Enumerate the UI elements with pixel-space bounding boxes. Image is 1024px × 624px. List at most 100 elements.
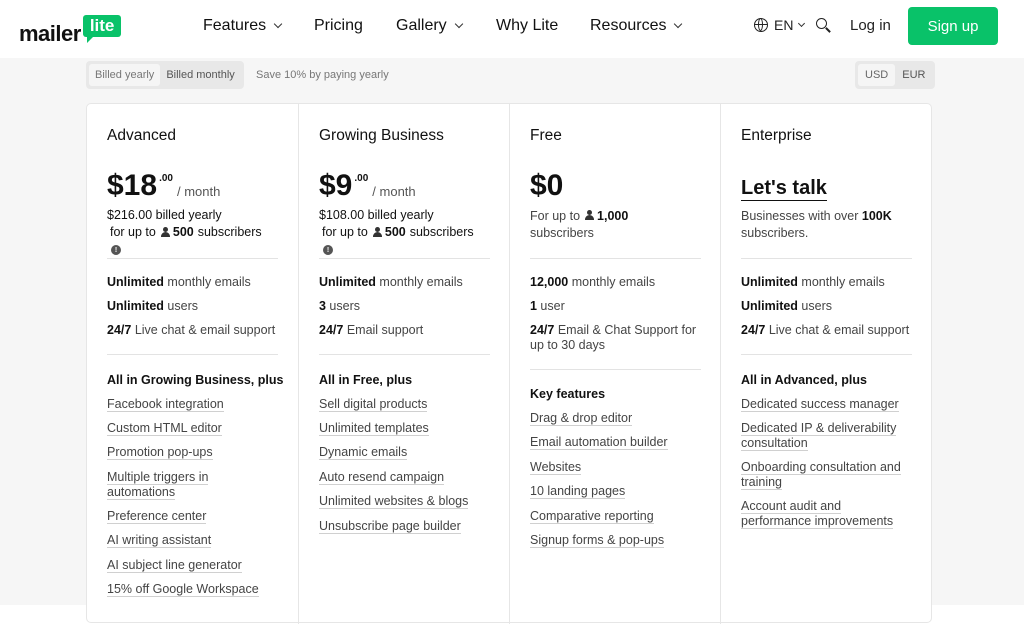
features-heading: All in Free, plus	[319, 373, 413, 387]
price-cents: .00	[354, 173, 369, 184]
nav-pricing[interactable]: Pricing	[314, 16, 363, 36]
currency-eur[interactable]: EUR	[895, 64, 932, 86]
pricing-section: Billed yearly Billed monthly Save 10% by…	[0, 58, 1024, 624]
nav-features[interactable]: Features	[203, 16, 283, 36]
subscriber-limit: for up to 500 subscribers	[110, 225, 262, 239]
price-cents: .00	[159, 173, 173, 184]
feature-item[interactable]: Preference center	[107, 509, 207, 524]
features-heading: All in Advanced, plus	[741, 373, 867, 387]
plan-name: Growing Business	[319, 127, 444, 144]
feature-item[interactable]: Sell digital products	[319, 397, 428, 412]
nav-why-lite[interactable]: Why Lite	[496, 16, 558, 36]
plan-card-advanced: Advanced $18 .00 / month $216.00 billed …	[87, 104, 298, 624]
info-icon[interactable]: !	[111, 245, 121, 255]
site-header: mailer lite Features Pricing Gallery Why…	[0, 0, 1024, 58]
plan-card-free: Free $0 For up to 1,000 subscribers 12,00…	[509, 104, 720, 624]
language-selector[interactable]: EN	[754, 17, 806, 33]
logo-wordmark: mailer	[19, 21, 81, 46]
signup-button[interactable]: Sign up	[908, 7, 998, 45]
chevron-down-icon	[674, 19, 683, 29]
nav-gallery[interactable]: Gallery	[396, 16, 463, 36]
limit-item: 24/7 Email & Chat Support for up to 30 d…	[530, 323, 697, 352]
plan-price: $0	[530, 168, 563, 204]
feature-item[interactable]: Account audit and performance improvemen…	[741, 499, 911, 529]
currency-usd[interactable]: USD	[858, 64, 896, 86]
user-icon	[585, 210, 595, 220]
price-amount: $18	[107, 169, 158, 202]
pricing-cards: Advanced $18 .00 / month $216.00 billed …	[86, 103, 932, 624]
subscriber-suffix: subscribers	[197, 225, 262, 239]
search-icon[interactable]	[816, 18, 831, 33]
subscriber-count: 500	[384, 225, 406, 239]
language-label: EN	[774, 17, 794, 33]
feature-item[interactable]: Unlimited templates	[319, 421, 429, 436]
limit-item: 24/7 Live chat & email support	[107, 323, 276, 337]
feature-item[interactable]: Unsubscribe page builder	[319, 519, 461, 534]
feature-item[interactable]: Custom HTML editor	[107, 421, 222, 436]
divider	[319, 354, 490, 355]
feature-item[interactable]: Unlimited websites & blogs	[319, 494, 469, 509]
divider	[741, 258, 912, 259]
feature-item[interactable]: Email automation builder	[530, 435, 668, 450]
login-link[interactable]: Log in	[850, 17, 891, 34]
billed-yearly-amount: $108.00 billed yearly	[319, 208, 434, 222]
feature-item[interactable]: Signup forms & pop-ups	[530, 533, 665, 548]
divider	[530, 258, 701, 259]
price-amount: $9	[319, 169, 353, 202]
limit-item: 3 users	[319, 299, 360, 313]
feature-item[interactable]: AI writing assistant	[107, 533, 212, 548]
nav-why-lite-label: Why Lite	[496, 17, 559, 34]
limit-item: Unlimited monthly emails	[107, 275, 251, 289]
billed-yearly-amount: $216.00 billed yearly	[107, 208, 222, 222]
divider	[530, 369, 701, 370]
feature-item[interactable]: Auto resend campaign	[319, 470, 445, 485]
feature-item[interactable]: Drag & drop editor	[530, 411, 633, 426]
feature-item[interactable]: Dedicated success manager	[741, 397, 899, 412]
nav-gallery-label: Gallery	[396, 17, 447, 34]
billed-yearly-option[interactable]: Billed yearly	[89, 64, 161, 86]
user-icon	[160, 227, 170, 237]
limit-item: 24/7 Email support	[319, 323, 424, 337]
divider	[107, 258, 278, 259]
nav-features-label: Features	[203, 17, 267, 34]
globe-icon	[754, 18, 768, 32]
subscriber-suffix: subscribers	[409, 225, 474, 239]
limit-item: Unlimited monthly emails	[319, 275, 463, 289]
nav-pricing-label: Pricing	[314, 17, 363, 34]
plan-name: Free	[530, 127, 562, 144]
feature-item[interactable]: AI subject line generator	[107, 558, 242, 573]
chevron-down-icon	[273, 19, 283, 29]
subscriber-limit: for up to 500 subscribers	[322, 225, 474, 239]
feature-item[interactable]: Dedicated IP & deliverability consultati…	[741, 421, 906, 451]
chevron-down-icon	[454, 19, 463, 29]
feature-item[interactable]: 15% off Google Workspace	[107, 582, 259, 597]
chevron-down-icon	[798, 19, 806, 27]
nav-resources[interactable]: Resources	[590, 16, 683, 36]
logo-badge: lite	[82, 15, 122, 43]
plan-name: Enterprise	[741, 127, 812, 144]
lets-talk-link[interactable]: Let's talk	[741, 176, 827, 201]
feature-item[interactable]: Promotion pop-ups	[107, 445, 213, 460]
feature-item[interactable]: Dynamic emails	[319, 445, 408, 460]
feature-item[interactable]: 10 landing pages	[530, 484, 626, 499]
feature-item[interactable]: Websites	[530, 460, 582, 475]
feature-item[interactable]: Multiple triggers in automations	[107, 470, 247, 500]
plan-card-enterprise: Enterprise Let's talk Businesses with ov…	[720, 104, 931, 624]
mailerlite-logo[interactable]: mailer lite	[19, 9, 122, 49]
info-icon[interactable]: !	[323, 245, 333, 255]
limit-item: 12,000 monthly emails	[530, 275, 656, 289]
billed-monthly-option[interactable]: Billed monthly	[160, 64, 240, 86]
limit-item: 24/7 Live chat & email support	[741, 323, 910, 337]
feature-item[interactable]: Comparative reporting	[530, 509, 654, 524]
features-heading: All in Growing Business, plus	[107, 373, 284, 387]
plan-price: $18 .00 / month	[107, 168, 220, 204]
currency-toggle: USD EUR	[855, 61, 936, 89]
feature-item[interactable]: Facebook integration	[107, 397, 224, 412]
feature-item[interactable]: Onboarding consultation and training	[741, 460, 911, 490]
price-amount: $0	[530, 169, 564, 202]
subscriber-prefix: for up to	[110, 225, 156, 239]
subscriber-count: 500	[172, 225, 194, 239]
plan-price: $9 .00 / month	[319, 168, 416, 204]
limit-item: Unlimited monthly emails	[741, 275, 885, 289]
limit-item: Unlimited users	[107, 299, 198, 313]
